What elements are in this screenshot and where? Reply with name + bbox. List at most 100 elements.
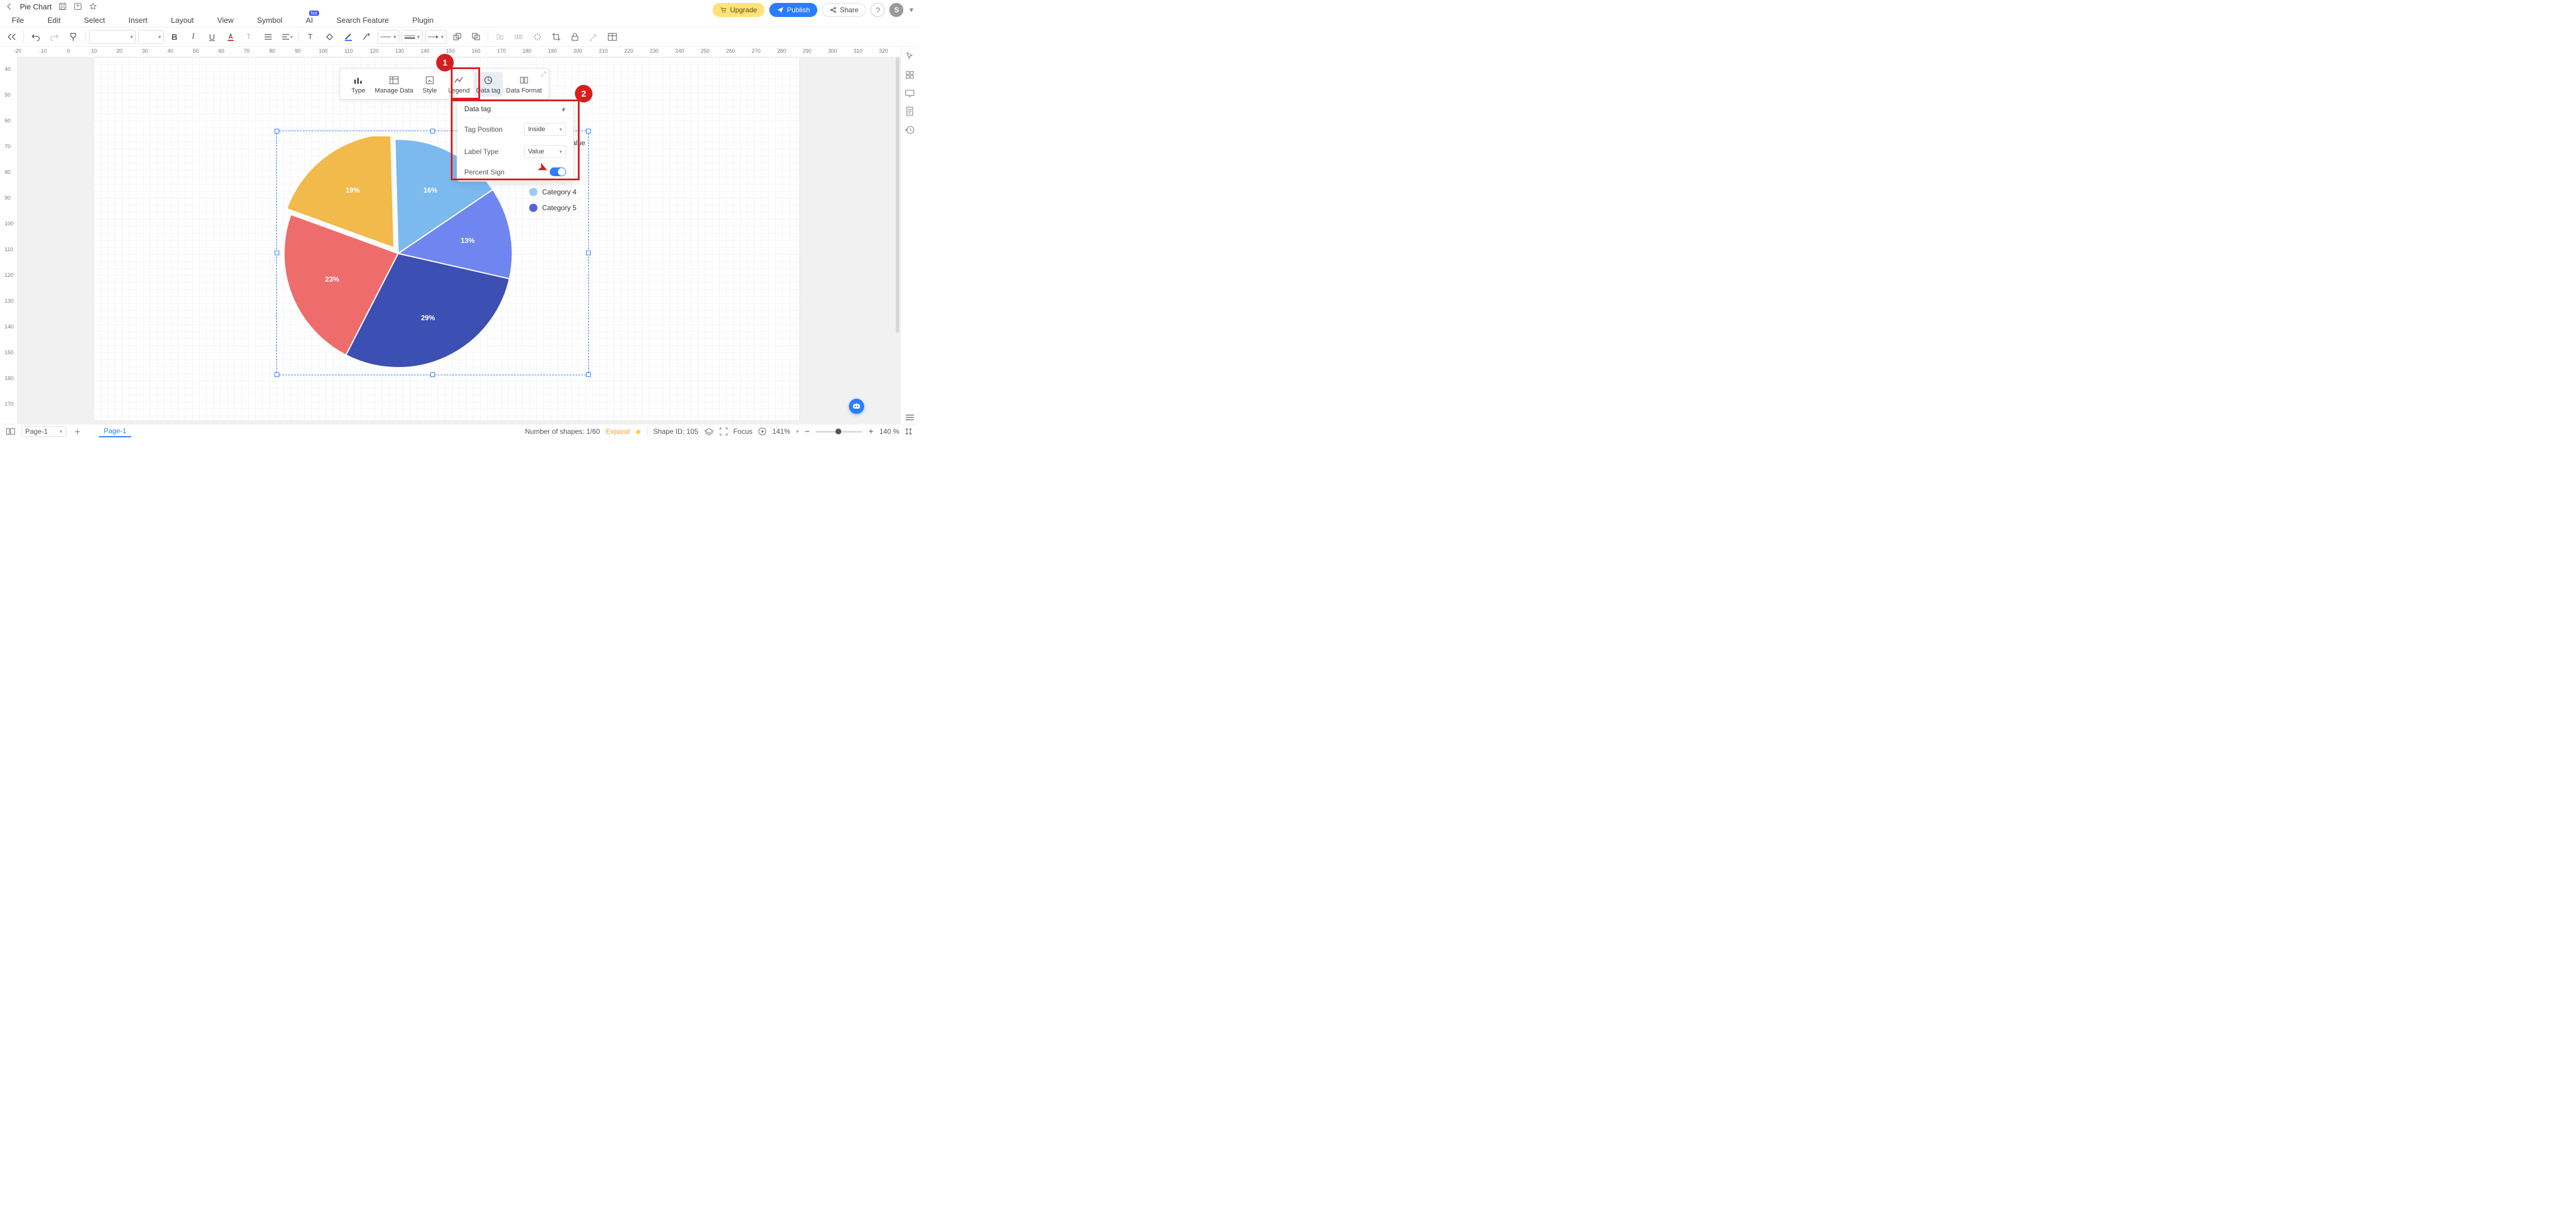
align-objects-icon[interactable]	[492, 29, 508, 45]
zoom-slider-thumb[interactable]	[835, 429, 841, 434]
rail-cursor-icon[interactable]	[905, 52, 914, 61]
format-painter-icon[interactable]	[65, 29, 81, 45]
rail-page-icon[interactable]	[906, 107, 914, 116]
style-icon	[424, 75, 435, 85]
zoom-slider[interactable]	[816, 431, 862, 433]
text-tool-icon[interactable]: T	[303, 29, 319, 45]
save-icon[interactable]	[59, 2, 67, 11]
zoom-out-icon[interactable]: −	[804, 427, 810, 437]
page-paper[interactable]: 19%16%13%29%23% alue Category 4 Category…	[94, 57, 799, 420]
lock-icon[interactable]	[567, 29, 583, 45]
label-type-select[interactable]: Value▾	[524, 145, 566, 158]
resize-handle-ml[interactable]	[275, 251, 279, 255]
pin-icon[interactable]: ⤢	[541, 71, 546, 78]
toggle-panel-icon[interactable]	[4, 29, 20, 45]
focus-target-icon[interactable]	[720, 427, 728, 436]
layers-icon[interactable]	[704, 427, 714, 436]
redo-icon[interactable]	[46, 29, 63, 45]
publish-button[interactable]: Publish	[769, 3, 817, 17]
diamond-icon[interactable]: ◆	[636, 427, 641, 436]
share-button[interactable]: Share	[822, 3, 866, 17]
undo-icon[interactable]	[28, 29, 44, 45]
bold-icon[interactable]: B	[166, 29, 183, 45]
add-page-button[interactable]: ＋	[72, 426, 83, 437]
resize-handle-br[interactable]	[586, 372, 591, 377]
canvas-area[interactable]: 19%16%13%29%23% alue Category 4 Category…	[18, 57, 900, 424]
focus-label[interactable]: Focus	[734, 427, 753, 436]
italic-icon[interactable]: I	[185, 29, 201, 45]
connector-icon[interactable]	[359, 29, 375, 45]
font-size-select[interactable]: ▾	[138, 30, 164, 44]
line-color-icon[interactable]	[340, 29, 357, 45]
annotation-badge-1: 1	[436, 54, 454, 71]
text-style-icon[interactable]: T	[241, 29, 258, 45]
font-color-icon[interactable]	[222, 29, 239, 45]
resize-handle-tr[interactable]	[586, 129, 591, 133]
underline-icon[interactable]: U	[204, 29, 220, 45]
page-select[interactable]: Page-1 ▾	[21, 426, 66, 437]
scrollbar-thumb[interactable]	[896, 57, 899, 333]
align-h-icon[interactable]	[260, 29, 276, 45]
data-format-icon	[519, 75, 529, 85]
distribute-icon[interactable]	[511, 29, 527, 45]
tools-icon[interactable]	[585, 29, 602, 45]
menu-ai[interactable]: AIhot	[306, 16, 313, 25]
expand-link[interactable]: Expand	[606, 427, 630, 436]
chart-tab-data-tag[interactable]: Data tag	[474, 72, 503, 97]
resize-handle-tl[interactable]	[275, 129, 279, 133]
percent-sign-toggle[interactable]	[550, 167, 566, 176]
fit-screen-icon[interactable]	[905, 427, 912, 436]
rail-shapes-icon[interactable]	[905, 70, 914, 80]
assistant-bot-button[interactable]	[849, 399, 864, 414]
help-icon[interactable]: ?	[871, 3, 885, 17]
menu-select[interactable]: Select	[84, 16, 105, 25]
fill-icon[interactable]	[321, 29, 338, 45]
star-icon[interactable]	[89, 2, 97, 11]
rail-present-icon[interactable]	[905, 89, 914, 97]
send-back-icon[interactable]	[468, 29, 484, 45]
page-tab-1[interactable]: Page-1	[99, 426, 131, 437]
line-weight-select[interactable]: ▾	[402, 30, 423, 44]
legend-icon	[454, 75, 464, 85]
menu-symbol[interactable]: Symbol	[257, 16, 282, 25]
play-icon[interactable]	[758, 427, 766, 436]
chart-tab-style[interactable]: Style	[415, 72, 444, 97]
menu-file[interactable]: File	[12, 16, 24, 25]
user-avatar[interactable]: S	[889, 3, 903, 17]
menu-plugin[interactable]: Plugin	[412, 16, 433, 25]
resize-handle-tm[interactable]	[430, 129, 435, 133]
page-list-icon[interactable]	[6, 428, 15, 435]
resize-handle-bm[interactable]	[430, 372, 435, 377]
resize-handle-bl[interactable]	[275, 372, 279, 377]
line-style-select[interactable]: ▾	[378, 30, 399, 44]
chart-tab-type[interactable]: Type	[344, 72, 373, 97]
share-label: Share	[840, 6, 858, 14]
export-icon[interactable]	[74, 2, 82, 11]
rail-history-icon[interactable]	[905, 125, 914, 135]
resize-handle-mr[interactable]	[586, 251, 591, 255]
zoom-in-icon[interactable]: +	[868, 427, 873, 437]
tag-position-select[interactable]: Inside▾	[524, 123, 566, 136]
table-icon[interactable]	[604, 29, 621, 45]
collapse-panel-icon[interactable]	[905, 414, 914, 421]
crop-icon[interactable]	[548, 29, 564, 45]
menu-view[interactable]: View	[217, 16, 234, 25]
arrow-style-select[interactable]: ▾	[425, 30, 447, 44]
font-family-select[interactable]: ▾	[89, 30, 136, 44]
chart-tab-manage-data[interactable]: Manage Data	[373, 72, 415, 97]
menu-edit[interactable]: Edit	[47, 16, 60, 25]
align-v-icon[interactable]: ▾	[279, 29, 295, 45]
effects-icon[interactable]	[529, 29, 546, 45]
pin-panel-icon[interactable]	[560, 106, 566, 112]
upgrade-button[interactable]: Upgrade	[712, 3, 765, 17]
user-menu-caret-icon[interactable]: ▾	[909, 5, 913, 15]
chart-tab-legend[interactable]: Legend	[444, 72, 474, 97]
menu-insert[interactable]: Insert	[129, 16, 148, 25]
back-icon[interactable]	[6, 3, 13, 10]
zoom-value-right: 140 %	[879, 427, 899, 436]
bring-front-icon[interactable]	[449, 29, 465, 45]
vertical-scrollbar[interactable]	[895, 57, 900, 424]
menu-layout[interactable]: Layout	[171, 16, 194, 25]
menu-search-feature[interactable]: Search Feature	[337, 16, 389, 25]
chart-tab-data-format[interactable]: Data Format	[503, 72, 545, 97]
